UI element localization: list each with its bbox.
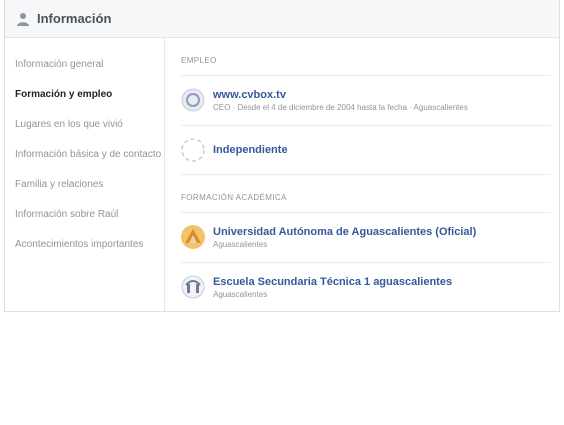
- about-sidebar: Información general Formación y empleo L…: [5, 38, 165, 311]
- sidebar-item-work-education[interactable]: Formación y empleo: [5, 80, 164, 110]
- education-entry: Escuela Secundaria Técnica 1 aguascalien…: [181, 263, 551, 312]
- sidebar-item-overview[interactable]: Información general: [5, 50, 164, 80]
- sidebar-item-family[interactable]: Familia y relaciones: [5, 170, 164, 200]
- person-icon: [15, 11, 31, 27]
- panel-title: Información: [37, 11, 112, 26]
- education-entry: Universidad Autónoma de Aguascalientes (…: [181, 213, 551, 263]
- placeholder-logo-icon[interactable]: [181, 138, 205, 162]
- school-logo-icon[interactable]: [181, 275, 205, 299]
- school-location: Aguascalientes: [213, 290, 268, 299]
- sidebar-item-life-events[interactable]: Acontecimientos importantes: [5, 230, 164, 260]
- school-location: Aguascalientes: [213, 240, 268, 249]
- employment-details: CEO · Desde el 4 de diciembre de 2004 ha…: [213, 103, 468, 112]
- sidebar-item-details[interactable]: Información sobre Raúl: [5, 200, 164, 230]
- university-logo-icon[interactable]: [181, 225, 205, 249]
- education-section-title: FORMACIÓN ACADÉMICA: [181, 193, 551, 213]
- about-content: EMPLEO www.cvbox.tv CEO · Desde el 4 de …: [165, 38, 559, 311]
- employment-entry: Independiente: [181, 126, 551, 175]
- panel-body: Información general Formación y empleo L…: [5, 38, 559, 311]
- school-link[interactable]: Escuela Secundaria Técnica 1 aguascalien…: [213, 275, 452, 289]
- company-logo-icon[interactable]: [181, 88, 205, 112]
- school-link[interactable]: Universidad Autónoma de Aguascalientes (…: [213, 225, 476, 239]
- employment-section-title: EMPLEO: [181, 56, 551, 76]
- sidebar-item-contact-info[interactable]: Información básica y de contacto: [5, 140, 164, 170]
- employer-link[interactable]: www.cvbox.tv: [213, 88, 468, 102]
- sidebar-item-places[interactable]: Lugares en los que vivió: [5, 110, 164, 140]
- employer-link[interactable]: Independiente: [213, 143, 288, 157]
- panel-header: Información: [5, 0, 559, 38]
- employment-entry: www.cvbox.tv CEO · Desde el 4 de diciemb…: [181, 76, 551, 126]
- about-panel: Información Información general Formació…: [4, 0, 560, 312]
